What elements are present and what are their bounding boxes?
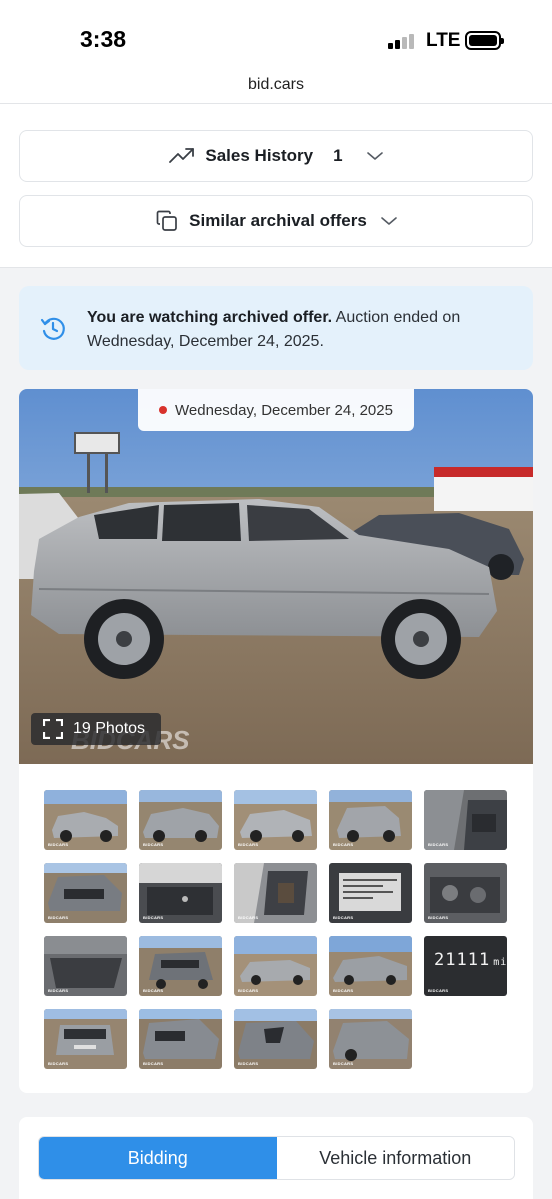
- signal-icon: [388, 33, 416, 49]
- date-pill: Wednesday, December 24, 2025: [138, 389, 414, 431]
- photos-count-button[interactable]: 19 Photos: [31, 713, 161, 745]
- odometer-reading: 21111 mi: [434, 950, 507, 970]
- history-icon: [40, 317, 65, 340]
- thumbnail[interactable]: BIDCARS: [44, 1009, 127, 1069]
- red-dot-icon: [159, 406, 168, 414]
- tab-bidding[interactable]: Bidding: [39, 1137, 277, 1179]
- copy-icon: [156, 210, 178, 231]
- thumbnail-watermark: BIDCARS: [238, 915, 259, 920]
- sales-history-label: Sales History: [205, 146, 314, 165]
- thumbnail-watermark: BIDCARS: [333, 1061, 354, 1066]
- thumbnail[interactable]: BIDCARS: [329, 790, 412, 850]
- photos-count-label: 19 Photos: [73, 720, 146, 737]
- tabs-card: Bidding Vehicle information: [19, 1117, 533, 1199]
- tab-vehicle-information[interactable]: Vehicle information: [276, 1137, 514, 1179]
- thumbnail[interactable]: BIDCARS: [329, 863, 412, 923]
- trending-up-icon: [169, 148, 195, 163]
- thumbnail-watermark: BIDCARS: [428, 915, 449, 920]
- thumbnail-watermark: BIDCARS: [238, 988, 259, 993]
- thumbnail[interactable]: BIDCARS: [329, 1009, 412, 1069]
- thumbnail-watermark: BIDCARS: [143, 988, 164, 993]
- thumbnail[interactable]: BIDCARS: [44, 790, 127, 850]
- thumbnail-watermark: BIDCARS: [48, 1061, 69, 1066]
- thumbnail[interactable]: BIDCARS: [424, 863, 507, 923]
- main-photo[interactable]: BIDCARS Wednesday, December 24, 2025 19 …: [19, 389, 533, 764]
- thumbnail[interactable]: BIDCARS: [234, 936, 317, 996]
- thumbnail-watermark: BIDCARS: [238, 842, 259, 847]
- thumbnail-watermark: BIDCARS: [428, 842, 449, 847]
- status-time: 3:38: [80, 26, 127, 52]
- thumbnail[interactable]: BIDCARS: [234, 1009, 317, 1069]
- thumbnail-watermark: BIDCARS: [333, 915, 354, 920]
- gallery-card: BIDCARS Wednesday, December 24, 2025 19 …: [19, 389, 533, 1093]
- odometer-thumbnail[interactable]: 21111 mi BIDCARS: [424, 936, 507, 996]
- thumbnail[interactable]: BIDCARS: [139, 863, 222, 923]
- thumbnail-watermark: BIDCARS: [48, 988, 69, 993]
- thumbnail[interactable]: BIDCARS: [234, 863, 317, 923]
- thumbnail[interactable]: BIDCARS: [44, 863, 127, 923]
- expand-icon: [43, 719, 63, 739]
- status-bar: 3:38 LTE: [0, 0, 552, 70]
- thumbnail[interactable]: BIDCARS: [424, 790, 507, 850]
- notice-text: You are watching archived offer. Auction…: [87, 306, 507, 354]
- thumbnail-watermark: BIDCARS: [333, 842, 354, 847]
- thumbnail[interactable]: BIDCARS: [234, 790, 317, 850]
- thumbnail[interactable]: BIDCARS: [44, 936, 127, 996]
- network-type: LTE: [426, 30, 461, 51]
- notice-bold: You are watching archived offer.: [87, 309, 333, 326]
- archived-notice: You are watching archived offer. Auction…: [19, 286, 533, 370]
- chevron-down-icon: [366, 152, 383, 160]
- thumbnail-watermark: BIDCARS: [143, 842, 164, 847]
- chevron-down-icon: [381, 217, 397, 225]
- thumbnail-watermark: BIDCARS: [48, 915, 69, 920]
- sales-history-button[interactable]: Sales History 1: [19, 130, 533, 182]
- url-text: bid.cars: [247, 76, 305, 93]
- odometer-unit: mi: [493, 957, 507, 968]
- odometer-value: 21111: [434, 950, 491, 970]
- tab-bar: Bidding Vehicle information: [38, 1136, 515, 1180]
- thumbnail-grid: BIDCARS BIDCARS BIDCARS BIDCARS BIDCARS …: [44, 790, 509, 1070]
- thumbnail[interactable]: BIDCARS: [139, 790, 222, 850]
- url-bar[interactable]: bid.cars: [0, 70, 552, 104]
- similar-offers-label: Similar archival offers: [189, 211, 367, 230]
- thumbnail-watermark: BIDCARS: [333, 988, 354, 993]
- thumbnail[interactable]: BIDCARS: [139, 1009, 222, 1069]
- thumbnail[interactable]: BIDCARS: [329, 936, 412, 996]
- similar-offers-button[interactable]: Similar archival offers: [19, 195, 533, 247]
- thumbnail-watermark: BIDCARS: [48, 842, 69, 847]
- top-panel: Sales History 1 Similar archival offers: [0, 104, 552, 268]
- thumbnail-watermark: BIDCARS: [143, 915, 164, 920]
- thumbnail-watermark: BIDCARS: [238, 1061, 259, 1066]
- thumbnail-watermark: BIDCARS: [428, 988, 449, 993]
- auction-date: Wednesday, December 24, 2025: [175, 401, 393, 419]
- sales-history-count: 1: [333, 146, 343, 165]
- thumbnail[interactable]: BIDCARS: [139, 936, 222, 996]
- thumbnail-watermark: BIDCARS: [143, 1061, 164, 1066]
- battery-icon: [465, 31, 504, 50]
